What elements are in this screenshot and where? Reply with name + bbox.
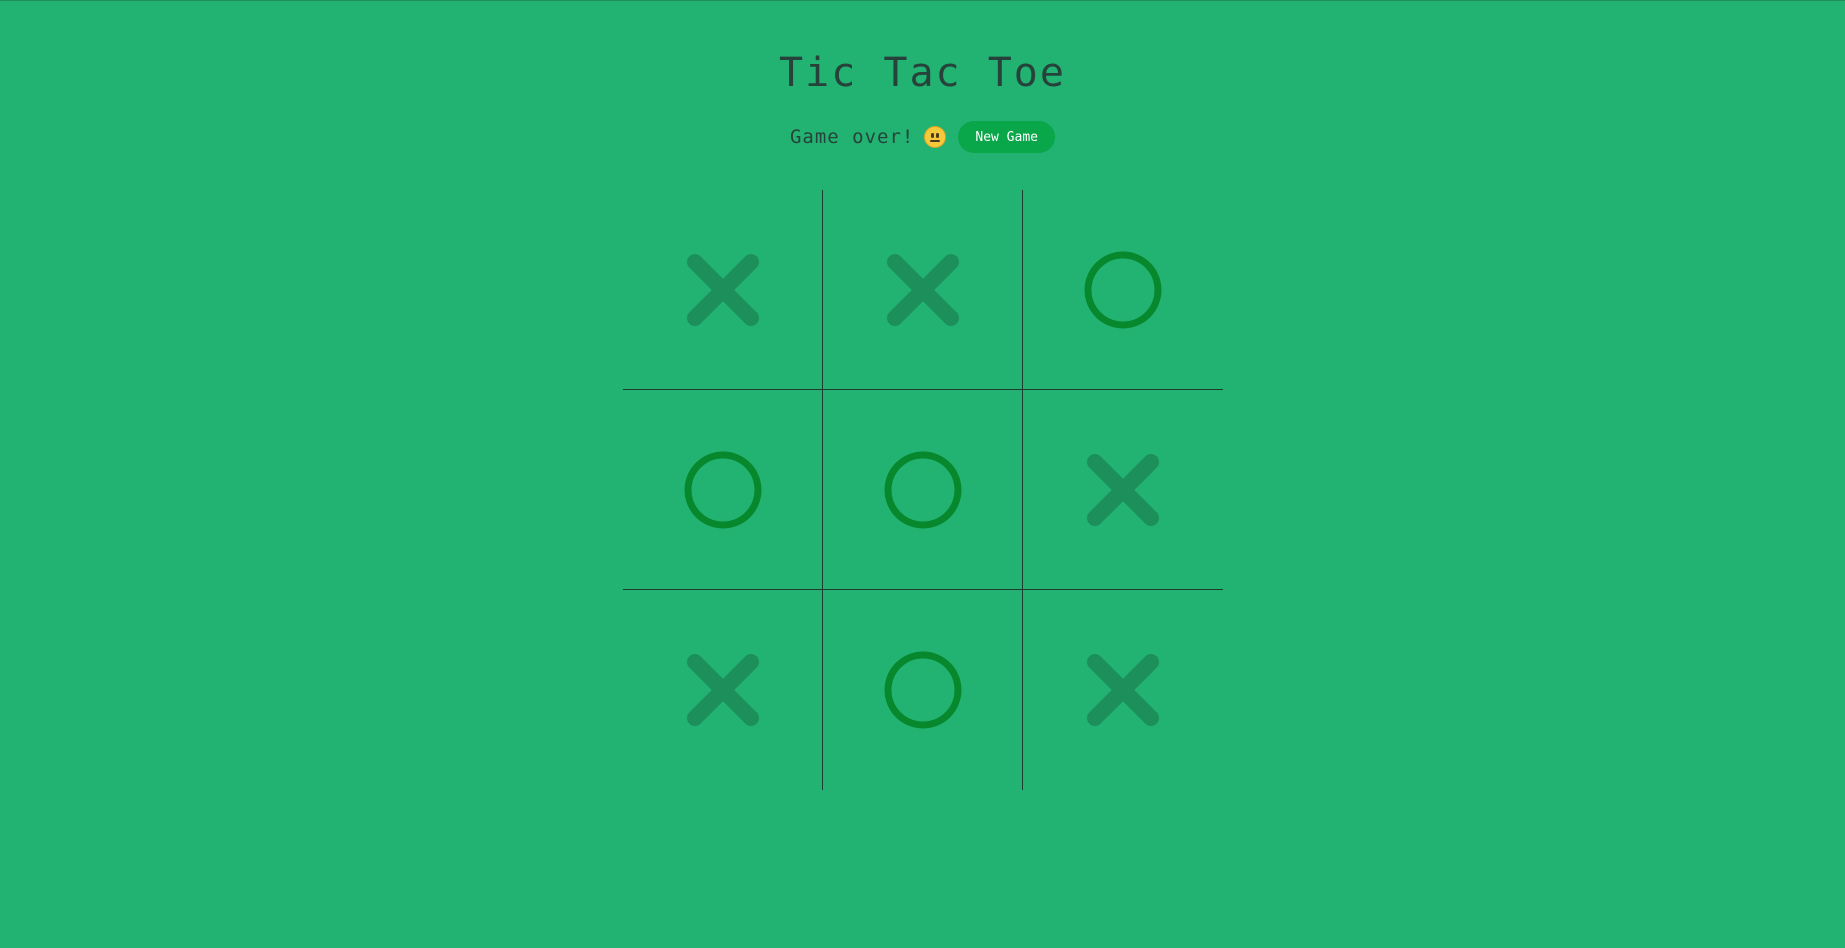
status-message: Game over! [789, 126, 915, 148]
board-cell-0-0[interactable] [623, 190, 823, 390]
board-cell-1-0[interactable] [623, 390, 823, 590]
board-cell-1-2[interactable] [1023, 390, 1223, 590]
board-cell-0-1[interactable] [823, 190, 1023, 390]
board-cell-2-0[interactable] [623, 590, 823, 790]
x-mark-icon [883, 250, 963, 330]
board-cell-0-2[interactable] [1023, 190, 1223, 390]
x-mark-icon [683, 250, 763, 330]
o-mark-icon [883, 650, 963, 730]
neutral-face-icon [924, 126, 947, 148]
game-board [623, 190, 1223, 790]
new-game-button[interactable]: New Game [958, 121, 1055, 153]
x-mark-icon [1083, 650, 1163, 730]
board-cell-1-1[interactable] [823, 390, 1023, 590]
page-title: Tic Tac Toe [779, 50, 1066, 96]
status-bar: Game over! New Game [0, 121, 1845, 153]
x-mark-icon [683, 650, 763, 730]
o-mark-icon [1083, 250, 1163, 330]
x-mark-icon [1083, 450, 1163, 530]
board-cell-2-1[interactable] [823, 590, 1023, 790]
o-mark-icon [683, 450, 763, 530]
board-cell-2-2[interactable] [1023, 590, 1223, 790]
o-mark-icon [883, 450, 963, 530]
